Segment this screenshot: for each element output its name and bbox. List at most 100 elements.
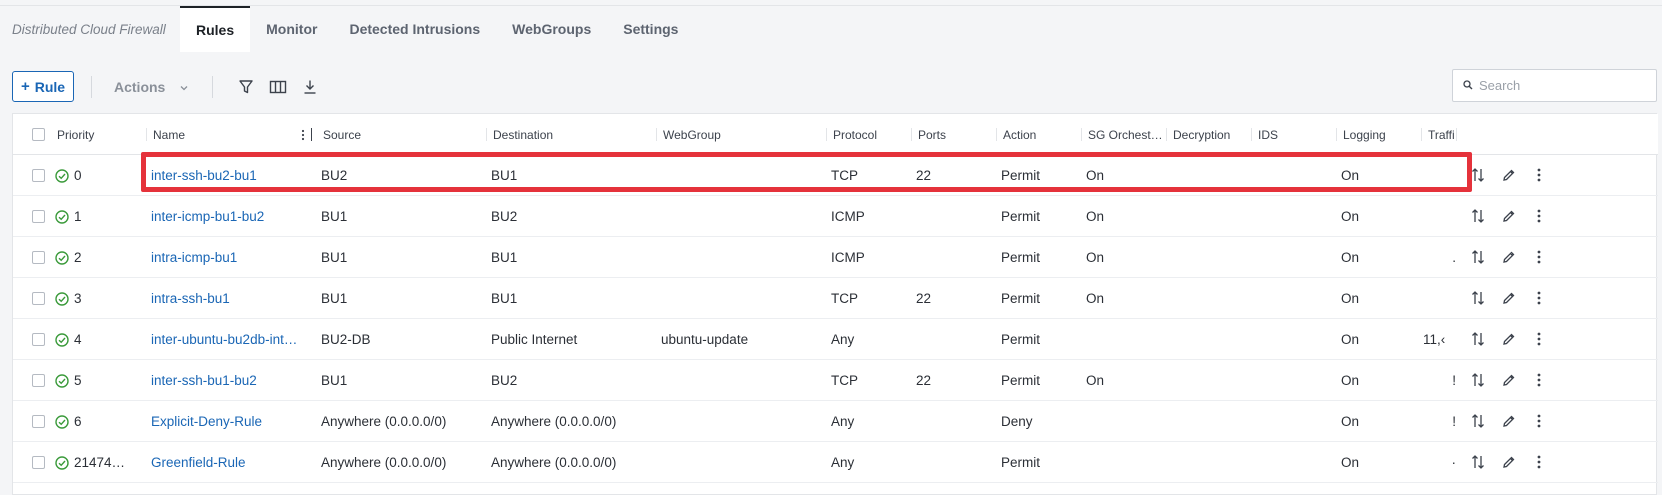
more-options-icon[interactable]: [1529, 247, 1549, 267]
sg-orchestration-cell: On: [1086, 250, 1105, 265]
edit-icon[interactable]: [1499, 247, 1519, 267]
column-header[interactable]: Source: [323, 114, 473, 155]
row-checkbox[interactable]: [32, 292, 45, 305]
column-header[interactable]: Ports: [918, 114, 988, 155]
priority-cell: 3: [74, 291, 82, 306]
traffic-cell: [1431, 278, 1456, 319]
reorder-icon[interactable]: [1468, 165, 1488, 185]
row-checkbox[interactable]: [32, 374, 45, 387]
tab-settings[interactable]: Settings: [607, 6, 694, 52]
reorder-icon[interactable]: [1468, 288, 1488, 308]
sg-orchestration-cell: [1086, 401, 1161, 442]
table-row[interactable]: 5 inter-ssh-bu1-bu2 BU1 BU2 TCP 22 Permi…: [13, 360, 1658, 401]
action-cell: Permit: [1001, 332, 1041, 347]
tab-rules[interactable]: Rules: [180, 6, 251, 52]
reorder-icon[interactable]: [1468, 411, 1488, 431]
rule-name-link[interactable]: intra-icmp-bu1: [151, 237, 297, 278]
tab-monitor[interactable]: Monitor: [250, 6, 333, 52]
column-header[interactable]: Priority: [57, 114, 137, 155]
column-header[interactable]: Name: [153, 114, 283, 155]
rule-name-link[interactable]: inter-ssh-bu1-bu2: [151, 360, 297, 401]
decryption-cell: [1171, 237, 1246, 278]
reorder-icon[interactable]: [1468, 370, 1488, 390]
select-all-checkbox[interactable]: [32, 128, 45, 141]
column-divider: [146, 128, 147, 141]
ids-cell: [1256, 237, 1331, 278]
rule-name-link[interactable]: Greenfield-Rule: [151, 442, 297, 483]
actions-dropdown[interactable]: Actions: [114, 76, 189, 98]
column-header[interactable]: WebGroup: [663, 114, 813, 155]
column-header[interactable]: Traffi: [1428, 114, 1456, 155]
table-row[interactable]: 3 intra-ssh-bu1 BU1 BU1 TCP 22 Permit On…: [13, 278, 1658, 319]
table-row[interactable]: 1 inter-icmp-bu1-bu2 BU1 BU2 ICMP Permit…: [13, 196, 1658, 237]
columns-icon[interactable]: [268, 77, 288, 97]
row-checkbox[interactable]: [32, 415, 45, 428]
more-options-icon[interactable]: [1529, 329, 1549, 349]
search-field[interactable]: [1452, 69, 1657, 102]
reorder-icon[interactable]: [1468, 206, 1488, 226]
column-header[interactable]: SG Orchest…: [1088, 114, 1164, 155]
rule-name-link[interactable]: inter-ssh-bu2-bu1: [151, 155, 297, 196]
add-rule-button[interactable]: + Rule: [12, 71, 74, 102]
column-header[interactable]: Action: [1003, 114, 1073, 155]
edit-icon[interactable]: [1499, 452, 1519, 472]
reorder-icon[interactable]: [1468, 247, 1488, 267]
more-options-icon[interactable]: [1529, 165, 1549, 185]
ids-cell: [1256, 319, 1331, 360]
row-checkbox-cell: [32, 155, 45, 196]
download-icon[interactable]: [300, 77, 320, 97]
action-cell: Permit: [1001, 209, 1041, 224]
filter-icon[interactable]: [236, 77, 256, 97]
rule-name-link[interactable]: inter-icmp-bu1-bu2: [151, 196, 297, 237]
column-header[interactable]: IDS: [1258, 114, 1328, 155]
tab-webgroups[interactable]: WebGroups: [496, 6, 607, 52]
column-header[interactable]: Protocol: [833, 114, 903, 155]
edit-icon[interactable]: [1499, 165, 1519, 185]
rule-name-link[interactable]: intra-ssh-bu1: [151, 278, 297, 319]
column-header[interactable]: Logging: [1343, 114, 1413, 155]
table-row[interactable]: 2 intra-icmp-bu1 BU1 BU1 ICMP Permit On …: [13, 237, 1658, 278]
tab-detected-intrusions[interactable]: Detected Intrusions: [333, 6, 496, 52]
more-options-icon[interactable]: [1529, 452, 1549, 472]
reorder-icon[interactable]: [1468, 329, 1488, 349]
column-header[interactable]: Decryption: [1173, 114, 1248, 155]
row-checkbox[interactable]: [32, 210, 45, 223]
edit-icon[interactable]: [1499, 329, 1519, 349]
column-header[interactable]: Destination: [493, 114, 643, 155]
column-menu-icon[interactable]: [299, 114, 307, 155]
more-options-icon[interactable]: [1529, 411, 1549, 431]
column-divider: [1336, 128, 1337, 141]
table-row[interactable]: 0 inter-ssh-bu2-bu1 BU2 BU1 TCP 22 Permi…: [13, 155, 1658, 196]
priority-cell: 2: [74, 250, 82, 265]
row-checkbox[interactable]: [32, 333, 45, 346]
column-divider: [1421, 128, 1422, 141]
plus-icon: +: [20, 78, 30, 95]
edit-icon[interactable]: [1499, 206, 1519, 226]
table-row[interactable]: 21474… Greenfield-Rule Anywhere (0.0.0.0…: [13, 442, 1658, 483]
table-row[interactable]: 6 Explicit-Deny-Rule Anywhere (0.0.0.0/0…: [13, 401, 1658, 442]
row-checkbox[interactable]: [32, 251, 45, 264]
more-options-icon[interactable]: [1529, 206, 1549, 226]
add-rule-label: Rule: [34, 78, 66, 95]
protocol-cell: TCP: [831, 168, 858, 183]
more-options-icon[interactable]: [1529, 370, 1549, 390]
protocol-cell: TCP: [831, 291, 858, 306]
column-resize-handle[interactable]: [311, 128, 312, 141]
rule-name-link[interactable]: inter-ubuntu-bu2db-int…: [151, 319, 303, 360]
row-checkbox[interactable]: [32, 169, 45, 182]
table-row[interactable]: 4 inter-ubuntu-bu2db-int… BU2-DB Public …: [13, 319, 1658, 360]
ids-cell: [1256, 196, 1331, 237]
edit-icon[interactable]: [1499, 370, 1519, 390]
edit-icon[interactable]: [1499, 288, 1519, 308]
webgroup-cell: [661, 155, 821, 196]
edit-icon[interactable]: [1499, 411, 1519, 431]
rule-name-link[interactable]: Explicit-Deny-Rule: [151, 401, 297, 442]
row-checkbox[interactable]: [32, 456, 45, 469]
app-title: Distributed Cloud Firewall: [12, 21, 166, 37]
status-ok-icon: [55, 196, 69, 237]
decryption-cell: [1171, 319, 1246, 360]
search-input[interactable]: [1479, 78, 1649, 93]
reorder-icon[interactable]: [1468, 452, 1488, 472]
traffic-cell: !: [1452, 414, 1456, 429]
more-options-icon[interactable]: [1529, 288, 1549, 308]
